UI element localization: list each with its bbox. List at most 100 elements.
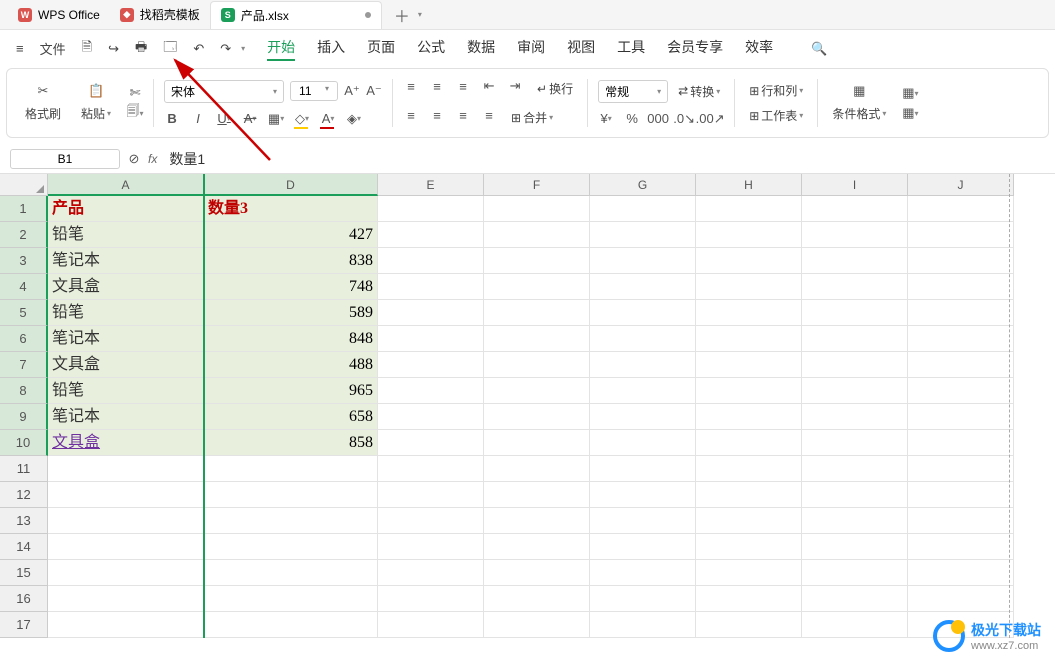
decrease-font-icon[interactable]: A⁻ bbox=[366, 83, 382, 99]
cell[interactable] bbox=[696, 274, 802, 300]
cell[interactable] bbox=[378, 378, 484, 404]
cell[interactable] bbox=[802, 586, 908, 612]
cell[interactable]: 848 bbox=[204, 326, 378, 352]
cell[interactable] bbox=[484, 378, 590, 404]
fx-icon[interactable]: fx bbox=[148, 152, 157, 166]
tab-efficiency[interactable]: 效率 bbox=[745, 37, 773, 61]
cell[interactable] bbox=[696, 352, 802, 378]
clear-format-icon[interactable]: ◈▾ bbox=[346, 111, 362, 127]
search-button[interactable]: 🔍 bbox=[805, 37, 833, 61]
cell[interactable]: 748 bbox=[204, 274, 378, 300]
column-header[interactable]: H bbox=[696, 174, 802, 196]
cell[interactable] bbox=[802, 508, 908, 534]
row-header[interactable]: 7 bbox=[0, 352, 48, 378]
cell[interactable] bbox=[590, 274, 696, 300]
cell[interactable] bbox=[590, 378, 696, 404]
cell[interactable] bbox=[378, 326, 484, 352]
print-preview-button[interactable]: 🗔 bbox=[157, 34, 183, 64]
cell[interactable] bbox=[590, 196, 696, 222]
cell[interactable] bbox=[802, 300, 908, 326]
cell[interactable] bbox=[484, 274, 590, 300]
cell[interactable] bbox=[204, 612, 378, 638]
cell[interactable] bbox=[484, 222, 590, 248]
tab-tools[interactable]: 工具 bbox=[617, 37, 645, 61]
align-justify-icon[interactable]: ≡ bbox=[481, 107, 497, 123]
row-header[interactable]: 15 bbox=[0, 560, 48, 586]
cell[interactable]: 488 bbox=[204, 352, 378, 378]
convert-button[interactable]: ⇄转换▾ bbox=[674, 80, 724, 103]
column-header[interactable]: A bbox=[48, 174, 204, 196]
fill-color-icon[interactable]: ◇▾ bbox=[294, 111, 310, 127]
cell[interactable] bbox=[802, 534, 908, 560]
increase-font-icon[interactable]: A⁺ bbox=[344, 83, 360, 99]
cell[interactable] bbox=[696, 534, 802, 560]
comma-icon[interactable]: 000 bbox=[650, 111, 666, 127]
align-left-icon[interactable]: ≡ bbox=[403, 107, 419, 123]
cell[interactable]: 产品 bbox=[48, 196, 204, 222]
file-menu[interactable]: 文件 bbox=[34, 35, 72, 62]
wrap-button[interactable]: ↵换行 bbox=[533, 78, 577, 99]
cell[interactable]: 427 bbox=[204, 222, 378, 248]
cell[interactable] bbox=[802, 378, 908, 404]
tab-page[interactable]: 页面 bbox=[367, 37, 395, 61]
indent-decrease-icon[interactable]: ⇤ bbox=[481, 78, 497, 94]
tab-data[interactable]: 数据 bbox=[467, 37, 495, 61]
cell[interactable] bbox=[802, 404, 908, 430]
cell[interactable] bbox=[802, 612, 908, 638]
cell[interactable] bbox=[204, 560, 378, 586]
cell[interactable] bbox=[908, 508, 1014, 534]
cell[interactable] bbox=[696, 508, 802, 534]
cell[interactable] bbox=[802, 456, 908, 482]
cell[interactable] bbox=[378, 300, 484, 326]
cell[interactable] bbox=[908, 196, 1014, 222]
cell[interactable] bbox=[802, 274, 908, 300]
cell[interactable] bbox=[484, 248, 590, 274]
cell[interactable] bbox=[696, 196, 802, 222]
cells-area[interactable]: 产品数量3铅笔427笔记本838文具盒748铅笔589笔记本848文具盒488铅… bbox=[48, 196, 1055, 638]
cell[interactable] bbox=[908, 430, 1014, 456]
cell[interactable] bbox=[484, 404, 590, 430]
cell-style-icon[interactable]: ▦▾ bbox=[902, 105, 918, 121]
select-all-corner[interactable] bbox=[0, 174, 48, 196]
increase-decimal-icon[interactable]: .00↗ bbox=[702, 111, 718, 127]
align-center-icon[interactable]: ≡ bbox=[429, 107, 445, 123]
cell[interactable] bbox=[908, 534, 1014, 560]
cell[interactable] bbox=[204, 508, 378, 534]
template-tab[interactable]: ◆ 找稻壳模板 bbox=[110, 1, 210, 29]
cell[interactable] bbox=[908, 378, 1014, 404]
cancel-formula-icon[interactable]: ⊘ bbox=[126, 151, 142, 167]
row-header[interactable]: 1 bbox=[0, 196, 48, 222]
cell[interactable]: 笔记本 bbox=[48, 404, 204, 430]
undo-button[interactable]: ↶ bbox=[187, 37, 210, 61]
format-painter-label[interactable]: 格式刷 bbox=[21, 103, 65, 124]
cell[interactable] bbox=[484, 560, 590, 586]
menu-button[interactable]: ≡ bbox=[10, 37, 30, 60]
row-header[interactable]: 10 bbox=[0, 430, 48, 456]
cell[interactable] bbox=[378, 534, 484, 560]
underline-icon[interactable]: U▾ bbox=[216, 111, 232, 127]
cell[interactable] bbox=[378, 248, 484, 274]
conditional-format-label[interactable]: 条件格式▾ bbox=[828, 103, 890, 124]
formula-input[interactable]: 数量1 bbox=[163, 147, 1045, 171]
cell[interactable] bbox=[908, 560, 1014, 586]
cell[interactable] bbox=[590, 404, 696, 430]
cell[interactable]: 文具盒 bbox=[48, 430, 204, 456]
cell[interactable] bbox=[590, 352, 696, 378]
cell[interactable] bbox=[204, 586, 378, 612]
cell[interactable] bbox=[696, 456, 802, 482]
cell[interactable]: 658 bbox=[204, 404, 378, 430]
decrease-decimal-icon[interactable]: .0↘ bbox=[676, 111, 692, 127]
row-header[interactable]: 14 bbox=[0, 534, 48, 560]
save-button[interactable]: 🗎 bbox=[76, 34, 98, 64]
cell[interactable] bbox=[484, 508, 590, 534]
cell[interactable] bbox=[484, 196, 590, 222]
cell[interactable] bbox=[378, 274, 484, 300]
row-header[interactable]: 12 bbox=[0, 482, 48, 508]
file-tab[interactable]: S 产品.xlsx bbox=[210, 1, 382, 29]
cell[interactable] bbox=[484, 456, 590, 482]
cell[interactable] bbox=[590, 586, 696, 612]
cell[interactable] bbox=[908, 300, 1014, 326]
bold-icon[interactable]: B bbox=[164, 111, 180, 127]
cell[interactable] bbox=[590, 508, 696, 534]
cell[interactable] bbox=[908, 456, 1014, 482]
